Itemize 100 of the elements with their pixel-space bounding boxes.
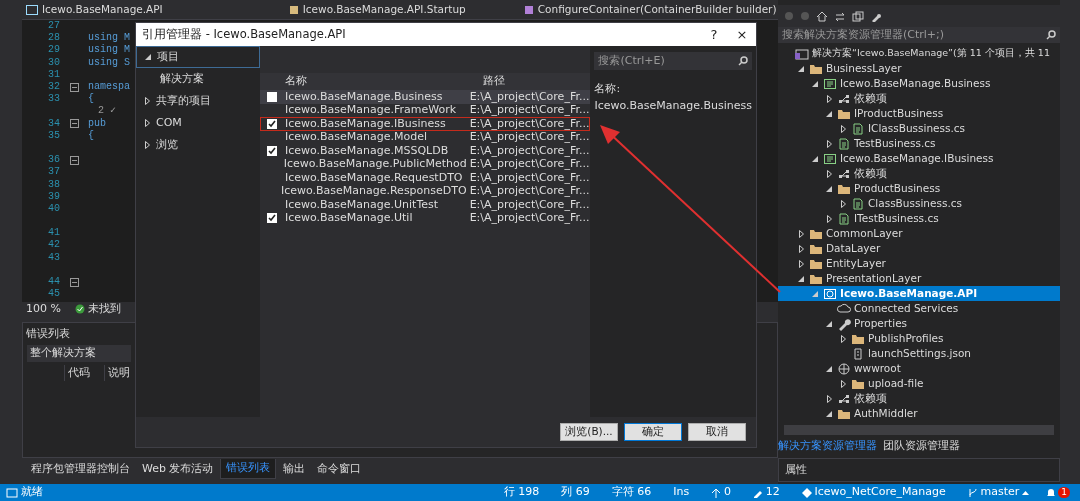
nav-item[interactable]: COM xyxy=(136,112,261,134)
collapse-triangle-icon[interactable] xyxy=(826,185,832,192)
panel-tab[interactable]: 命令窗口 xyxy=(312,459,367,479)
column-header[interactable]: 名称 xyxy=(282,73,481,90)
expand-triangle-icon[interactable] xyxy=(144,97,150,105)
collapse-triangle-icon[interactable] xyxy=(826,320,832,327)
tree-item[interactable]: EntityLayer xyxy=(778,256,1060,271)
panel-tab[interactable]: Web 发布活动 xyxy=(137,459,219,479)
tree-item[interactable]: DataLayer xyxy=(778,241,1060,256)
column-header[interactable]: 代码 xyxy=(64,365,104,382)
collapse-triangle-icon[interactable] xyxy=(798,275,804,282)
column-header[interactable]: 说明 xyxy=(104,365,133,382)
line-number: 44 xyxy=(47,277,60,288)
collapse-triangle-icon[interactable] xyxy=(798,65,804,72)
collapse-icon[interactable] xyxy=(69,119,79,129)
code-text: { xyxy=(88,130,94,141)
help-button[interactable]: ? xyxy=(700,24,728,45)
web-project-icon xyxy=(823,286,837,301)
collapse-triangle-icon[interactable] xyxy=(826,110,832,117)
cloud-icon xyxy=(837,301,851,316)
scope-dropdown[interactable]: 整个解决方案 xyxy=(27,345,131,362)
reference-row[interactable]: Icewo.BaseManage.ResponseDTO E:\A_project\Core_Fr... xyxy=(260,184,591,198)
search-field[interactable]: 搜索解决方案资源管理器(Ctrl+;) xyxy=(778,27,1060,43)
reference-row[interactable]: Icewo.BaseManage.Business E:\A_project\Core_Fr... xyxy=(260,90,591,104)
line-number: 38 xyxy=(47,179,60,190)
editor-tab[interactable]: Icewo.BaseManage.API.Startup xyxy=(284,1,470,18)
editor-tab[interactable]: Icewo.BaseManage.API xyxy=(22,1,167,18)
checkbox[interactable] xyxy=(266,118,277,129)
tree-item[interactable]: upload-file xyxy=(778,376,1060,391)
panel-title: 属性 xyxy=(785,461,807,478)
panel-tab[interactable]: 输出 xyxy=(278,459,311,479)
expand-triangle-icon[interactable] xyxy=(144,141,150,149)
editor-tab[interactable]: ConfigureContainer(ContainerBuilder builder) xyxy=(519,1,778,18)
horizontal-scrollbar[interactable] xyxy=(784,425,1054,435)
tree-item[interactable]: wwwroot xyxy=(778,361,1060,376)
reference-row[interactable]: Icewo.BaseManage.MSSQLDB E:\A_project\Core_Fr... xyxy=(260,144,591,158)
tree-item[interactable]: IClassBussiness.cs xyxy=(778,121,1060,136)
tree-item[interactable]: ProductBusiness xyxy=(778,181,1060,196)
tree-item[interactable]: 解决方案“Icewo.BaseManage”(第 11 个项目，共 11 xyxy=(778,46,1060,61)
tree-item[interactable]: ClassBussiness.cs xyxy=(778,196,1060,211)
column-header[interactable]: 路径 xyxy=(480,73,591,90)
collapse-icon[interactable] xyxy=(69,155,79,165)
close-button[interactable]: × xyxy=(728,24,756,45)
code-text: pub xyxy=(88,118,106,129)
line-number: 29 xyxy=(47,45,60,56)
tree-item[interactable]: IProductBusiness xyxy=(778,106,1060,121)
collapse-triangle-icon[interactable] xyxy=(826,365,832,372)
code-file-icon xyxy=(851,196,865,211)
tree-item[interactable]: PresentationLayer xyxy=(778,271,1060,286)
status-text: 12 xyxy=(765,484,780,501)
expand-triangle-icon[interactable] xyxy=(826,169,832,178)
checkbox[interactable] xyxy=(266,213,277,224)
nav-item[interactable]: 项目 xyxy=(136,46,261,68)
expand-triangle-icon[interactable] xyxy=(144,119,150,127)
checkbox[interactable] xyxy=(266,145,277,156)
tree-item[interactable]: 依赖项 xyxy=(778,391,1060,406)
tree-item[interactable]: Icewo.BaseManage.Business xyxy=(778,76,1060,91)
tree-item[interactable]: Properties xyxy=(778,316,1060,331)
tree-item[interactable]: Icewo.BaseManage.API xyxy=(778,286,1060,301)
tree-item[interactable]: launchSettings.json xyxy=(778,346,1060,361)
dialog-button[interactable]: 取消 xyxy=(688,423,746,441)
tree-item[interactable]: Connected Services xyxy=(778,301,1060,316)
dialog-button[interactable]: 浏览(B)... xyxy=(560,423,618,441)
tree-item[interactable]: 依赖项 xyxy=(778,166,1060,181)
reference-row[interactable]: Icewo.BaseManage.UnitTest E:\A_project\Core_Fr... xyxy=(260,198,591,212)
reference-row[interactable]: Icewo.BaseManage.Model E:\A_project\Core_Fr... xyxy=(260,130,591,144)
expand-triangle-icon[interactable] xyxy=(826,94,832,103)
collapse-triangle-icon[interactable] xyxy=(145,54,151,60)
tree-item[interactable]: 依赖项 xyxy=(778,91,1060,106)
panel-tab[interactable]: 解决方案资源管理器 xyxy=(778,437,877,455)
search-field[interactable]: 搜索(Ctrl+E) xyxy=(594,52,752,70)
reference-row[interactable]: Icewo.BaseManage.FrameWork E:\A_project\Core_Fr... xyxy=(260,103,591,117)
checkbox[interactable] xyxy=(266,91,277,102)
collapse-triangle-icon[interactable] xyxy=(812,155,818,162)
collapse-triangle-icon[interactable] xyxy=(826,410,832,417)
tree-item[interactable]: BusinessLayer xyxy=(778,61,1060,76)
nav-item[interactable]: 共享的项目 xyxy=(136,90,261,112)
tree-item[interactable]: CommonLayer xyxy=(778,226,1060,241)
reference-row[interactable]: Icewo.BaseManage.Util E:\A_project\Core_Fr... xyxy=(260,211,591,225)
collapse-icon[interactable] xyxy=(69,82,79,92)
diamond-icon xyxy=(801,487,812,498)
nav-item[interactable]: 浏览 xyxy=(136,134,261,156)
collapse-icon[interactable] xyxy=(69,277,79,287)
tree-item[interactable]: AuthMiddler xyxy=(778,406,1060,421)
tree-item[interactable]: ITestBusiness.cs xyxy=(778,211,1060,226)
reference-row[interactable]: Icewo.BaseManage.RequestDTO E:\A_project\Core_Fr... xyxy=(260,171,591,185)
tree-item[interactable]: Icewo.BaseManage.IBusiness xyxy=(778,151,1060,166)
nav-item[interactable]: 解决方案 xyxy=(136,68,261,90)
expand-triangle-icon[interactable] xyxy=(840,334,846,343)
panel-tab[interactable]: 程序包管理器控制台 xyxy=(26,459,135,479)
tree-item[interactable]: PublishProfiles xyxy=(778,331,1060,346)
tree-item[interactable]: TestBusiness.cs xyxy=(778,136,1060,151)
code-file-icon xyxy=(851,121,865,136)
reference-row[interactable]: Icewo.BaseManage.IBusiness E:\A_project\Core_Fr... xyxy=(260,117,591,131)
zoom-level[interactable]: 100 % xyxy=(26,300,61,318)
panel-tab[interactable]: 错误列表 xyxy=(220,459,277,479)
collapse-triangle-icon[interactable] xyxy=(812,80,818,87)
dialog-button[interactable]: 确定 xyxy=(624,423,682,441)
panel-tab[interactable]: 团队资源管理器 xyxy=(883,437,960,455)
reference-row[interactable]: Icewo.BaseManage.PublicMethod E:\A_project\Core_Fr... xyxy=(260,157,591,171)
